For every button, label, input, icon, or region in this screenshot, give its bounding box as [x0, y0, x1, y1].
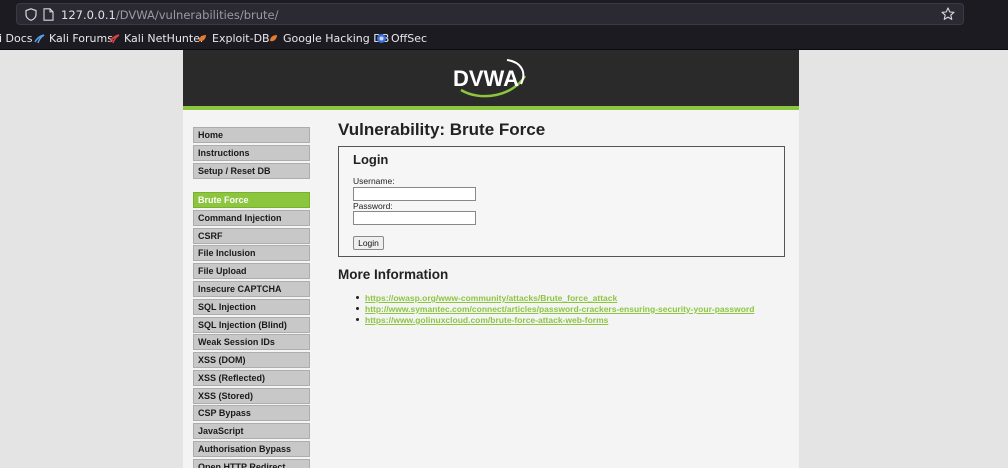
url-host: 127.0.0.1: [61, 8, 116, 22]
nethunter-icon: [109, 34, 120, 44]
bullet-icon: [356, 318, 359, 322]
password-input[interactable]: [353, 211, 476, 225]
shield-icon[interactable]: [25, 8, 37, 21]
dvwa-header: DVWA: [183, 50, 799, 106]
menu-item-xss-dom[interactable]: XSS (DOM): [193, 352, 310, 368]
menu-item-sql-injection[interactable]: SQL Injection: [193, 299, 310, 315]
username-input[interactable]: [353, 187, 476, 201]
exploitdb-icon: [199, 35, 206, 42]
bookmark-star-icon[interactable]: [941, 7, 955, 21]
menu-item-sql-injection-blind[interactable]: SQL Injection (Blind): [193, 317, 310, 333]
menu-item-home[interactable]: Home: [193, 127, 310, 143]
svg-text:DVWA: DVWA: [453, 66, 519, 91]
bookmark-exploit-db[interactable]: Exploit-DB: [197, 32, 270, 45]
menu-item-instructions[interactable]: Instructions: [193, 145, 310, 161]
menu-item-javascript[interactable]: JavaScript: [193, 423, 310, 439]
list-item: https://www.golinuxcloud.com/brute-force…: [356, 315, 608, 325]
list-item: http://www.symantec.com/connect/articles…: [356, 304, 754, 314]
bullet-icon: [356, 307, 359, 311]
header-accent-stripe: [183, 106, 799, 110]
username-label: Username:: [353, 176, 395, 186]
bookmark-google-hacking-db[interactable]: Google Hacking DB: [268, 32, 389, 45]
login-form: Login Username: Password: Login: [338, 146, 785, 257]
menu-item-csrf[interactable]: CSRF: [193, 228, 310, 244]
more-information-heading: More Information: [338, 267, 449, 282]
login-button[interactable]: Login: [353, 236, 384, 250]
url-text[interactable]: 127.0.0.1/DVWA/vulnerabilities/brute/: [61, 8, 279, 22]
bookmark-kali-nethunter[interactable]: Kali NetHunter: [109, 32, 205, 45]
browser-toolbar: 127.0.0.1/DVWA/vulnerabilities/brute/: [0, 0, 1008, 28]
offsec-icon: [377, 34, 386, 43]
menu-item-file-upload[interactable]: File Upload: [193, 263, 310, 279]
menu-item-csp-bypass[interactable]: CSP Bypass: [193, 405, 310, 421]
page-icon: [43, 8, 54, 21]
bookmarks-bar: i Docs Kali Forums Kali NetHunter Exploi…: [0, 28, 1008, 50]
menu-item-insecure-captcha[interactable]: Insecure CAPTCHA: [193, 281, 310, 297]
menu-item-weak-session-ids[interactable]: Weak Session IDs: [193, 334, 310, 350]
dvwa-container: DVWA Home Instructions Setup / Reset DB …: [183, 50, 799, 468]
bullet-icon: [356, 296, 359, 300]
bookmark-offsec[interactable]: OffSec: [376, 32, 427, 45]
menu-item-open-http-redirect[interactable]: Open HTTP Redirect: [193, 459, 310, 468]
symantec-link[interactable]: http://www.symantec.com/connect/articles…: [365, 304, 754, 314]
login-heading: Login: [353, 152, 389, 167]
dvwa-logo: DVWA: [453, 59, 527, 98]
menu-item-setup-reset-db[interactable]: Setup / Reset DB: [193, 163, 310, 179]
menu-item-file-inclusion[interactable]: File Inclusion: [193, 245, 310, 261]
owasp-link[interactable]: https://owasp.org/www-community/attacks/…: [365, 293, 617, 303]
bookmark-kali-forums[interactable]: Kali Forums: [34, 32, 113, 45]
page-title: Vulnerability: Brute Force: [338, 120, 546, 139]
menu-item-authorisation-bypass[interactable]: Authorisation Bypass: [193, 441, 310, 457]
ghdb-icon: [270, 35, 277, 42]
bookmark-docs[interactable]: i Docs: [0, 32, 33, 45]
kali-icon: [34, 34, 45, 44]
menu-item-command-injection[interactable]: Command Injection: [193, 210, 310, 226]
list-item: https://owasp.org/www-community/attacks/…: [356, 293, 617, 303]
password-label: Password:: [353, 201, 393, 211]
menu-item-brute-force[interactable]: Brute Force: [193, 192, 310, 208]
menu-item-xss-reflected[interactable]: XSS (Reflected): [193, 370, 310, 386]
address-bar[interactable]: 127.0.0.1/DVWA/vulnerabilities/brute/: [16, 3, 964, 25]
golinuxcloud-link[interactable]: https://www.golinuxcloud.com/brute-force…: [365, 315, 608, 325]
url-path: /DVWA/vulnerabilities/brute/: [115, 8, 279, 22]
menu-item-xss-stored[interactable]: XSS (Stored): [193, 388, 310, 404]
